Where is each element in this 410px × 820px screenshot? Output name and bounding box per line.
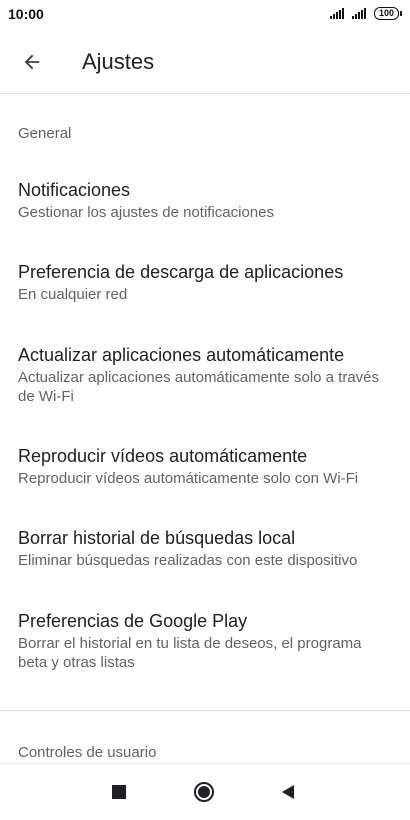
square-recents-icon[interactable] [112, 785, 126, 799]
section-header-controles-usuario: Controles de usuario [18, 744, 157, 761]
section-divider [0, 710, 410, 711]
setting-preferencias-google-play[interactable]: Preferencias de Google Play Borrar el hi… [0, 610, 410, 672]
setting-reproducir-videos[interactable]: Reproducir vídeos automáticamente Reprod… [0, 445, 410, 488]
signal-icon [329, 7, 344, 19]
setting-subtitle: En cualquier red [18, 286, 128, 303]
setting-subtitle: Actualizar aplicaciones automáticamente … [18, 369, 380, 405]
setting-subtitle: Reproducir vídeos automáticamente solo c… [18, 470, 359, 487]
circle-home-icon[interactable] [193, 781, 215, 803]
setting-actualizar-aplicaciones[interactable]: Actualizar aplicaciones automáticamente … [0, 344, 410, 406]
setting-title: Borrar historial de búsquedas local [18, 528, 296, 548]
setting-preferencia-descarga[interactable]: Preferencia de descarga de aplicaciones … [0, 261, 410, 304]
setting-subtitle: Eliminar búsquedas realizadas con este d… [18, 552, 358, 569]
page-title: Ajustes [82, 49, 155, 74]
back-button[interactable] [12, 42, 52, 82]
setting-title: Actualizar aplicaciones automáticamente [18, 345, 345, 365]
signal-icon [351, 7, 366, 19]
status-bar: 10:00 100 [0, 0, 410, 30]
setting-borrar-historial[interactable]: Borrar historial de búsquedas local Elim… [0, 527, 410, 570]
top-app-bar: Ajustes [0, 30, 410, 94]
system-nav-bar [0, 763, 410, 820]
triangle-back-icon[interactable] [281, 784, 295, 800]
status-time: 10:00 [8, 6, 44, 22]
setting-title: Notificaciones [18, 180, 131, 200]
battery-level: 100 [373, 6, 399, 20]
setting-notificaciones[interactable]: Notificaciones Gestionar los ajustes de … [0, 179, 410, 222]
setting-subtitle: Borrar el historial en tu lista de deseo… [18, 635, 362, 671]
setting-title: Reproducir vídeos automáticamente [18, 446, 308, 466]
setting-subtitle: Gestionar los ajustes de notificaciones [18, 204, 274, 221]
settings-screen: 10:00 100 Ajustes General Notificaciones… [0, 0, 410, 820]
battery-icon: 100 [373, 6, 402, 20]
status-icons: 100 [329, 6, 402, 20]
arrow-back-icon [24, 54, 40, 70]
setting-title: Preferencia de descarga de aplicaciones [18, 262, 344, 282]
section-header-general: General [18, 125, 72, 142]
setting-title: Preferencias de Google Play [18, 611, 248, 631]
